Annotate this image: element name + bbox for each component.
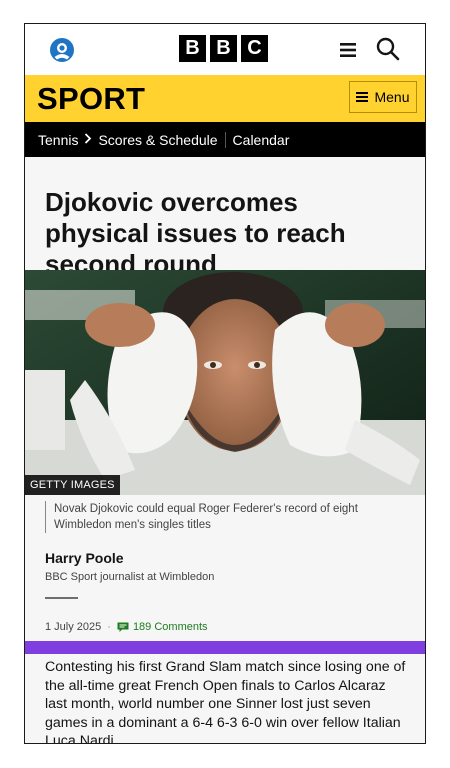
author-role: BBC Sport journalist at Wimbledon (45, 571, 215, 583)
sport-banner: SPORT Menu (25, 75, 425, 122)
nav-item-scores-schedule[interactable]: Scores & Schedule (98, 132, 217, 148)
nav-divider (224, 131, 226, 148)
chevron-right-icon (84, 132, 92, 147)
article-meta: 1 July 2025 · 189 Comments (45, 621, 208, 633)
article-hero-image: GETTY IMAGES (25, 270, 425, 495)
sport-menu-label: Menu (374, 89, 410, 105)
bbc-logo-letter: C (241, 35, 268, 62)
author-divider (45, 597, 78, 599)
comments-count: 189 Comments (132, 621, 208, 633)
bbc-header: B B C (25, 24, 425, 75)
nav-item-tennis[interactable]: Tennis (38, 132, 78, 148)
article-headline: Djokovic overcomes physical issues to re… (45, 187, 346, 279)
hamburger-icon[interactable] (338, 40, 358, 60)
page-frame: B B C SPORT Menu Tennis Scores & Schedul… (24, 23, 426, 744)
nav-item-calendar[interactable]: Calendar (233, 132, 290, 148)
bbc-logo-letter: B (210, 35, 237, 62)
comment-icon (117, 622, 129, 632)
menu-icon (356, 92, 369, 102)
search-icon[interactable] (375, 36, 401, 62)
hero-photo (25, 270, 425, 495)
meta-separator: · (107, 621, 111, 633)
publish-date: 1 July 2025 (45, 621, 102, 633)
sport-menu-button[interactable]: Menu (349, 81, 417, 113)
sport-title[interactable]: SPORT (37, 81, 145, 117)
comments-link[interactable]: 189 Comments (117, 621, 208, 633)
image-credit: GETTY IMAGES (25, 475, 120, 495)
article-body-paragraph: Contesting his first Grand Slam match si… (45, 659, 406, 744)
promo-accent-bar (25, 641, 425, 654)
bbc-logo-letter: B (179, 35, 206, 62)
image-caption: Novak Djokovic could equal Roger Federer… (45, 501, 404, 533)
account-icon[interactable] (49, 37, 75, 63)
section-nav: Tennis Scores & Schedule Calendar (25, 122, 425, 157)
author-name: Harry Poole (45, 550, 124, 566)
headline-container: Djokovic overcomes physical issues to re… (25, 157, 425, 279)
bbc-logo[interactable]: B B C (179, 35, 268, 62)
